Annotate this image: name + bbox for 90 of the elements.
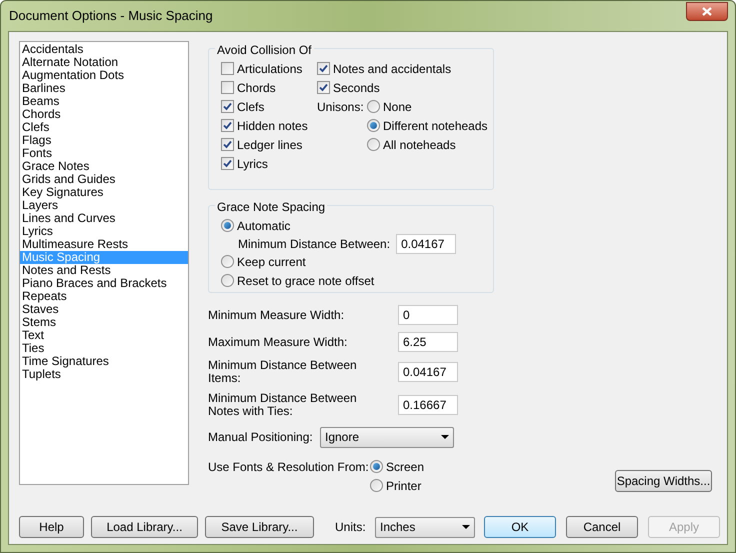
category-item[interactable]: Repeats	[20, 290, 188, 303]
window-title: Document Options - Music Spacing	[9, 7, 213, 26]
dropdown-arrow-icon	[462, 525, 470, 529]
radio-button[interactable]	[367, 119, 380, 132]
radio-label[interactable]: Printer	[386, 476, 422, 494]
checkmark-icon	[223, 159, 232, 168]
manual-positioning-dropdown[interactable]: Ignore	[320, 426, 454, 448]
checkbox-label[interactable]: Clefs	[237, 98, 264, 116]
radio-label[interactable]: Reset to grace note offset	[237, 272, 374, 290]
unisons-label: Unisons:	[317, 98, 365, 116]
radio-button[interactable]	[367, 100, 380, 113]
checkmark-icon	[319, 64, 328, 73]
field-label: Minimum Distance Between Items:	[208, 359, 358, 385]
radio-label[interactable]: Automatic	[237, 216, 290, 234]
category-item[interactable]: Flags	[20, 134, 188, 147]
field-label: Minimum Distance Between:	[238, 236, 390, 252]
radio-label[interactable]: Different noteheads	[383, 116, 488, 134]
category-item[interactable]: Layers	[20, 199, 188, 212]
checkbox[interactable]	[221, 138, 234, 151]
checkbox[interactable]	[317, 62, 330, 75]
checkbox-label[interactable]: Ledger lines	[237, 136, 302, 154]
checkbox-label[interactable]: Seconds	[333, 78, 380, 96]
footer-button[interactable]: Help	[19, 516, 84, 538]
field-label: Minimum Measure Width:	[208, 308, 346, 322]
category-item[interactable]: Accidentals	[20, 43, 188, 56]
category-item[interactable]: Barlines	[20, 82, 188, 95]
footer-button[interactable]: Save Library...	[205, 516, 314, 538]
checkbox[interactable]	[221, 157, 234, 170]
checkbox[interactable]	[221, 62, 234, 75]
checkbox[interactable]	[221, 119, 234, 132]
footer-button[interactable]: Load Library...	[91, 516, 198, 538]
category-item[interactable]: Beams	[20, 95, 188, 108]
category-item[interactable]: Key Signatures	[20, 186, 188, 199]
close-icon	[702, 7, 712, 16]
category-item[interactable]: Text	[20, 329, 188, 342]
field-label: Maximum Measure Width:	[208, 336, 348, 348]
radio-button[interactable]	[221, 274, 234, 287]
category-item[interactable]: Time Signatures	[20, 355, 188, 368]
category-item[interactable]: Augmentation Dots	[20, 69, 188, 82]
category-item[interactable]: Tuplets	[20, 368, 188, 381]
field-label: Minimum Distance Between Notes with Ties:	[208, 392, 358, 418]
input-field[interactable]: 6.25	[398, 332, 458, 352]
radio-button[interactable]	[221, 219, 234, 232]
manual-positioning-label: Manual Positioning:	[208, 429, 314, 446]
category-item[interactable]: Staves	[20, 303, 188, 316]
category-item[interactable]: Notes and Rests	[20, 264, 188, 277]
input-field[interactable]: 0.16667	[398, 395, 458, 415]
fonts-resolution-label: Use Fonts & Resolution From:	[208, 458, 370, 476]
input-field[interactable]: 0.04167	[396, 234, 456, 254]
radio-button[interactable]	[370, 479, 383, 492]
radio-button[interactable]	[367, 138, 380, 151]
checkbox-label[interactable]: Lyrics	[237, 154, 268, 172]
category-item[interactable]: Chords	[20, 108, 188, 121]
radio-label[interactable]: Screen	[386, 458, 424, 476]
radio-button[interactable]	[221, 255, 234, 268]
input-field[interactable]: 0.04167	[398, 362, 458, 382]
dialog-button[interactable]: Cancel	[566, 516, 638, 538]
close-button[interactable]	[686, 2, 728, 21]
category-item[interactable]: Grace Notes	[20, 160, 188, 173]
category-item[interactable]: Grids and Guides	[20, 173, 188, 186]
category-item[interactable]: Clefs	[20, 121, 188, 134]
category-item[interactable]: Lines and Curves	[20, 212, 188, 225]
checkbox[interactable]	[221, 100, 234, 113]
input-field[interactable]: 0	[398, 305, 458, 325]
units-label: Units:	[335, 519, 367, 536]
radio-label[interactable]: Keep current	[237, 252, 306, 270]
units-dropdown[interactable]: Inches	[375, 516, 475, 538]
spacing-widths-button[interactable]: Spacing Widths...	[615, 470, 712, 492]
checkmark-icon	[223, 121, 232, 130]
checkbox-label[interactable]: Notes and accidentals	[333, 60, 452, 78]
category-item[interactable]: Multimeasure Rests	[20, 238, 188, 251]
category-item[interactable]: Alternate Notation	[20, 56, 188, 69]
radio-button[interactable]	[370, 460, 383, 473]
category-item[interactable]: Piano Braces and Brackets	[20, 277, 188, 290]
radio-label[interactable]: None	[383, 98, 412, 116]
radio-label[interactable]: All noteheads	[383, 136, 456, 154]
dropdown-arrow-icon	[441, 435, 449, 439]
checkbox-label[interactable]: Articulations	[237, 60, 302, 78]
category-item[interactable]: Fonts	[20, 147, 188, 160]
category-item[interactable]: Ties	[20, 342, 188, 355]
checkbox[interactable]	[221, 81, 234, 94]
checkmark-icon	[319, 83, 328, 92]
checkmark-icon	[223, 140, 232, 149]
checkbox-label[interactable]: Chords	[237, 78, 276, 96]
checkmark-icon	[223, 102, 232, 111]
category-item[interactable]: Stems	[20, 316, 188, 329]
dialog-button[interactable]: OK	[484, 516, 556, 538]
checkbox[interactable]	[317, 81, 330, 94]
category-item[interactable]: Lyrics	[20, 225, 188, 238]
checkbox-label[interactable]: Hidden notes	[237, 116, 308, 134]
